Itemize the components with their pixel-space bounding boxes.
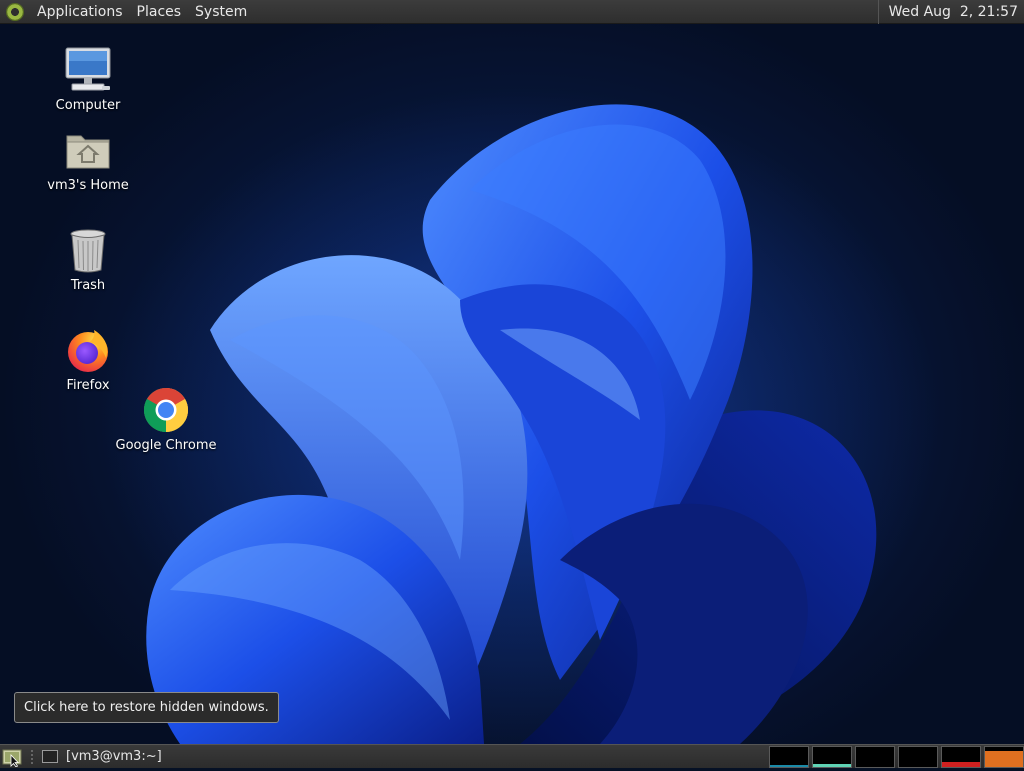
desktop-icon-label: Computer [55, 98, 121, 113]
clock[interactable]: Wed Aug 2, 21:57 [877, 0, 1024, 24]
firefox-icon [64, 326, 112, 374]
desktop-icon-label: vm3's Home [47, 178, 129, 193]
cpu-monitor[interactable] [769, 745, 809, 768]
desktop-icon-home[interactable]: vm3's Home [33, 126, 143, 193]
desktop-background[interactable]: Computer vm3's Home Trash Firefox Google… [0, 24, 1024, 744]
computer-icon [64, 46, 112, 94]
menu-places[interactable]: Places [130, 0, 189, 24]
desktop-icon-computer[interactable]: Computer [33, 46, 143, 113]
desktop-icon-label: Google Chrome [115, 438, 217, 453]
bottom-panel: [vm3@vm3:~] [0, 744, 1024, 768]
menu-system[interactable]: System [188, 0, 254, 24]
desktop-icon-trash[interactable]: Trash [33, 226, 143, 293]
taskbar-window-terminal[interactable]: [vm3@vm3:~] [40, 747, 170, 767]
mate-logo-icon[interactable] [6, 2, 24, 21]
chrome-icon [142, 386, 190, 434]
trash-icon [64, 226, 112, 274]
taskbar-window-label: [vm3@vm3:~] [66, 749, 162, 764]
show-desktop-icon [2, 749, 22, 768]
network-monitor[interactable] [855, 745, 895, 768]
desktop-icon-label: Trash [70, 278, 106, 293]
desktop-icon-chrome[interactable]: Google Chrome [111, 386, 221, 453]
panel-drag-handle[interactable] [30, 748, 34, 765]
show-desktop-button[interactable] [2, 747, 22, 768]
terminal-icon [42, 750, 58, 763]
show-desktop-tooltip: Click here to restore hidden windows. [14, 692, 279, 723]
swap-monitor[interactable] [898, 745, 938, 768]
home-folder-icon [64, 126, 112, 174]
system-monitors[interactable] [769, 745, 1024, 768]
disk-monitor[interactable] [984, 745, 1024, 768]
menu-applications[interactable]: Applications [30, 0, 130, 24]
wallpaper-bloom [100, 90, 940, 744]
top-panel: Applications Places System Wed Aug 2, 21… [0, 0, 1024, 24]
desktop-icon-firefox[interactable]: Firefox [33, 326, 143, 393]
memory-monitor[interactable] [812, 745, 852, 768]
load-monitor[interactable] [941, 745, 981, 768]
